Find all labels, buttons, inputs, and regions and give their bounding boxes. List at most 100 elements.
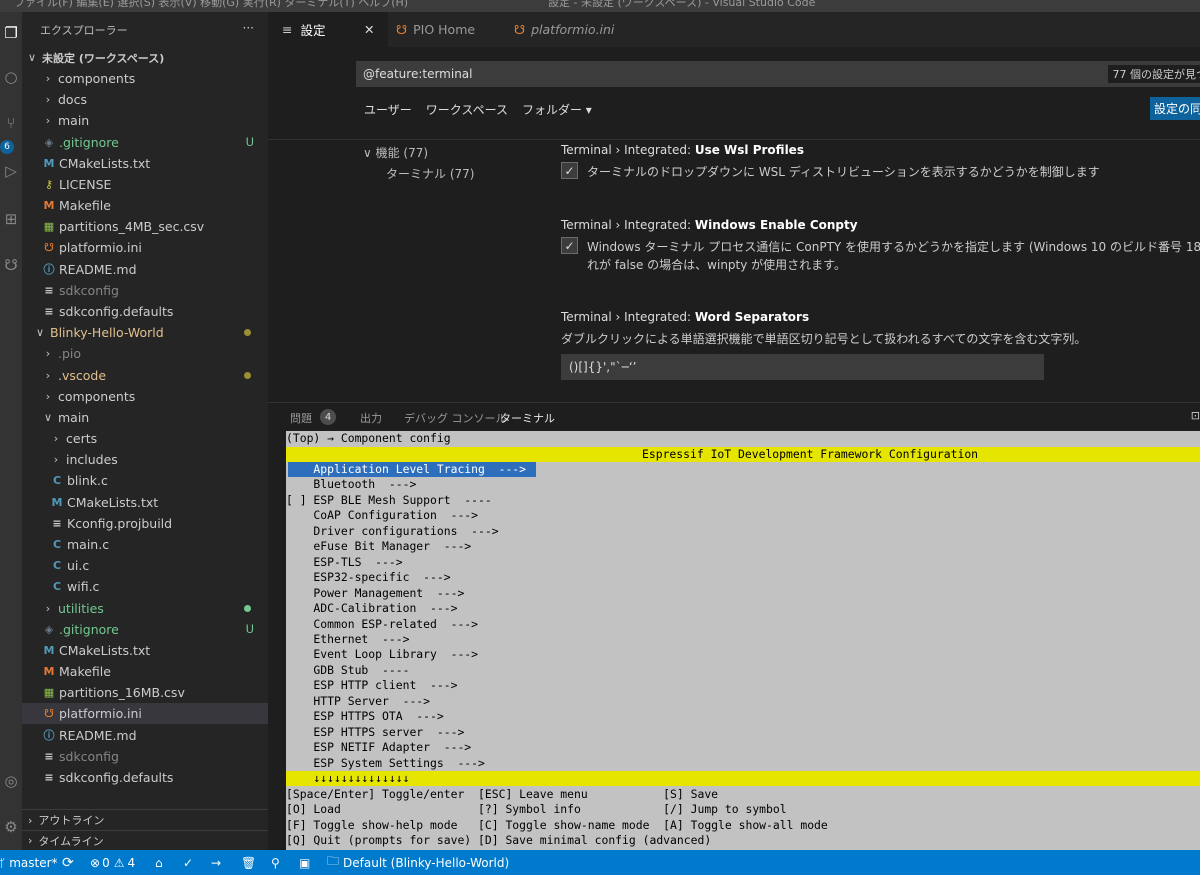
- tree-file[interactable]: ▦ partitions_4MB_sec.csv: [22, 216, 268, 237]
- tree-folder[interactable]: ∨ main: [22, 407, 268, 428]
- menuconfig-item[interactable]: CoAP Configuration --->: [286, 508, 478, 523]
- tree-file[interactable]: ▦ partitions_16MB.csv: [22, 682, 268, 703]
- tree-file[interactable]: Cwifi.c: [22, 576, 268, 597]
- tree-file[interactable]: ⓘ README.md: [22, 259, 268, 280]
- settings-sync-button[interactable]: 設定の同: [1150, 97, 1200, 120]
- tree-file[interactable]: ≡ sdkconfig.defaults: [22, 767, 268, 788]
- tab-output[interactable]: 出力: [360, 410, 382, 426]
- menuconfig-item[interactable]: ESP NETIF Adapter --->: [286, 740, 471, 755]
- tree-file[interactable]: M Makefile: [22, 661, 268, 682]
- tree-folder[interactable]: › components: [22, 68, 268, 89]
- run-debug-icon[interactable]: ▷: [0, 160, 22, 182]
- timeline-section[interactable]: › タイムライン: [22, 830, 268, 850]
- tree-folder[interactable]: › .vscode: [22, 365, 268, 386]
- toc-terminal[interactable]: ターミナル (77): [386, 165, 474, 182]
- tree-folder[interactable]: › certs: [22, 428, 268, 449]
- pio-build-icon[interactable]: ✓: [183, 850, 193, 875]
- menuconfig-item[interactable]: ESP System Settings --->: [286, 756, 484, 771]
- tree-folder[interactable]: › docs: [22, 89, 268, 110]
- tree-folder[interactable]: › components: [22, 386, 268, 407]
- tree-folder[interactable]: › main: [22, 110, 268, 131]
- tab-settings[interactable]: ≡ 設定 ✕: [268, 12, 388, 47]
- tab-debug-console[interactable]: デバッグ コンソール: [404, 410, 507, 426]
- menuconfig-item[interactable]: HTTP Server --->: [286, 694, 430, 709]
- tab-user[interactable]: ユーザー: [364, 101, 412, 118]
- workspace-root[interactable]: ∨ 未設定 (ワークスペース): [22, 47, 268, 68]
- menuconfig-item[interactable]: Ethernet --->: [286, 632, 409, 647]
- explorer-sidebar: エクスプローラー ··· ∨ 未設定 (ワークスペース) › components…: [22, 12, 268, 850]
- tab-terminal[interactable]: ターミナル: [500, 410, 555, 433]
- tree-file[interactable]: ⓘ README.md: [22, 725, 268, 746]
- tree-file[interactable]: Cblink.c: [22, 470, 268, 491]
- outline-section[interactable]: › アウトライン: [22, 809, 268, 830]
- tree-file[interactable]: Cmain.c: [22, 534, 268, 555]
- manage-gear-icon[interactable]: ⚙: [0, 816, 22, 838]
- menuconfig-item[interactable]: Bluetooth --->: [286, 477, 416, 492]
- tree-file[interactable]: M CMakeLists.txt: [22, 492, 268, 513]
- tree-file[interactable]: ⚷ LICENSE: [22, 174, 268, 195]
- toc-features[interactable]: ∨ 機能 (77): [363, 144, 428, 161]
- git-branch[interactable]: ᛘ master*: [0, 850, 58, 875]
- settings-search-input[interactable]: @feature:terminal 77 個の設定が見つ: [356, 61, 1200, 87]
- platformio-icon[interactable]: ☋: [0, 254, 22, 276]
- tree-file[interactable]: ◈ .gitignore U: [22, 132, 268, 153]
- tree-file[interactable]: ≡ sdkconfig.defaults: [22, 301, 268, 322]
- tab-platformio-ini[interactable]: ☋ platformio.ini: [506, 12, 626, 47]
- menuconfig-item[interactable]: eFuse Bit Manager --->: [286, 539, 471, 554]
- terminal-shell-icon[interactable]: ⊡: [1191, 409, 1200, 422]
- tab-folder[interactable]: フォルダー ▾: [522, 101, 592, 118]
- tree-file[interactable]: Cui.c: [22, 555, 268, 576]
- tree-item-label: utilities: [58, 600, 104, 616]
- menuconfig-item[interactable]: ADC-Calibration --->: [286, 601, 457, 616]
- tree-file[interactable]: M Makefile: [22, 195, 268, 216]
- menuconfig-item[interactable]: ESP32-specific --->: [286, 570, 450, 585]
- menuconfig-item[interactable]: Event Loop Library --->: [286, 647, 478, 662]
- tree-file[interactable]: ≡ sdkconfig: [22, 746, 268, 767]
- tree-file[interactable]: ☋ platformio.ini: [22, 703, 268, 725]
- source-control-icon[interactable]: ⑂: [0, 112, 22, 134]
- tree-file[interactable]: ≡ sdkconfig: [22, 280, 268, 301]
- setting-checkbox[interactable]: ✓: [561, 162, 578, 179]
- menu-bar[interactable]: ファイル(F) 編集(E) 選択(S) 表示(V) 移動(G) 実行(R) ター…: [14, 0, 408, 10]
- menuconfig-item[interactable]: Common ESP-related --->: [286, 617, 478, 632]
- word-separators-input[interactable]: ()[]{}',"`─‘’: [561, 354, 1044, 380]
- more-actions-icon[interactable]: ···: [243, 21, 254, 35]
- account-icon[interactable]: ◎: [0, 770, 22, 792]
- terminal[interactable]: (Top) → Component config Espressif IoT D…: [286, 431, 1200, 850]
- pio-upload-icon[interactable]: →: [211, 850, 221, 875]
- tree-item-label: sdkconfig.defaults: [59, 303, 174, 319]
- menuconfig-item[interactable]: Power Management --->: [286, 586, 464, 601]
- tree-file[interactable]: ☋ platformio.ini: [22, 237, 268, 258]
- tree-file[interactable]: M CMakeLists.txt: [22, 640, 268, 661]
- pio-environment[interactable]: 🗀 Default (Blinky-Hello-World): [327, 850, 509, 875]
- tab-problems[interactable]: 問題: [290, 410, 312, 426]
- pio-home-icon[interactable]: ⌂: [155, 850, 163, 875]
- search-icon[interactable]: ○: [0, 66, 22, 88]
- menuconfig-item[interactable]: ESP HTTPS OTA --->: [286, 709, 443, 724]
- tree-folder[interactable]: › includes: [22, 449, 268, 470]
- problems-indicator[interactable]: ⊗ 0 ⚠ 4: [90, 850, 135, 875]
- pio-clean-icon[interactable]: 🗑: [241, 850, 256, 875]
- menuconfig-item[interactable]: ESP HTTP client --->: [286, 678, 457, 693]
- tree-folder[interactable]: › utilities: [22, 598, 268, 619]
- pio-serial-monitor-icon[interactable]: ⚲: [271, 850, 280, 875]
- pio-terminal-icon[interactable]: ▣: [299, 850, 310, 875]
- tree-folder[interactable]: › .pio: [22, 343, 268, 364]
- tab-workspace[interactable]: ワークスペース: [426, 101, 508, 118]
- tab-pio-home[interactable]: ☋ PIO Home: [388, 12, 506, 47]
- menuconfig-item[interactable]: Driver configurations --->: [286, 524, 498, 539]
- menuconfig-item[interactable]: [ ] ESP BLE Mesh Support ----: [286, 493, 492, 508]
- menuconfig-item[interactable]: ESP-TLS --->: [286, 555, 402, 570]
- tree-file[interactable]: ≡ Kconfig.projbuild: [22, 513, 268, 534]
- extensions-icon[interactable]: ⊞: [0, 208, 22, 230]
- tree-file[interactable]: M CMakeLists.txt: [22, 153, 268, 174]
- close-icon[interactable]: ✕: [364, 22, 374, 37]
- files-icon[interactable]: ❐: [0, 22, 22, 44]
- tree-folder[interactable]: ∨ Blinky-Hello-World: [22, 322, 268, 343]
- setting-checkbox[interactable]: ✓: [561, 237, 578, 254]
- menuconfig-item[interactable]: Application Level Tracing --->: [286, 462, 526, 477]
- menuconfig-item[interactable]: GDB Stub ----: [286, 663, 409, 678]
- tree-file[interactable]: ◈ .gitignore U: [22, 619, 268, 640]
- sync-icon[interactable]: ⟳: [62, 850, 74, 875]
- menuconfig-item[interactable]: ESP HTTPS server --->: [286, 725, 464, 740]
